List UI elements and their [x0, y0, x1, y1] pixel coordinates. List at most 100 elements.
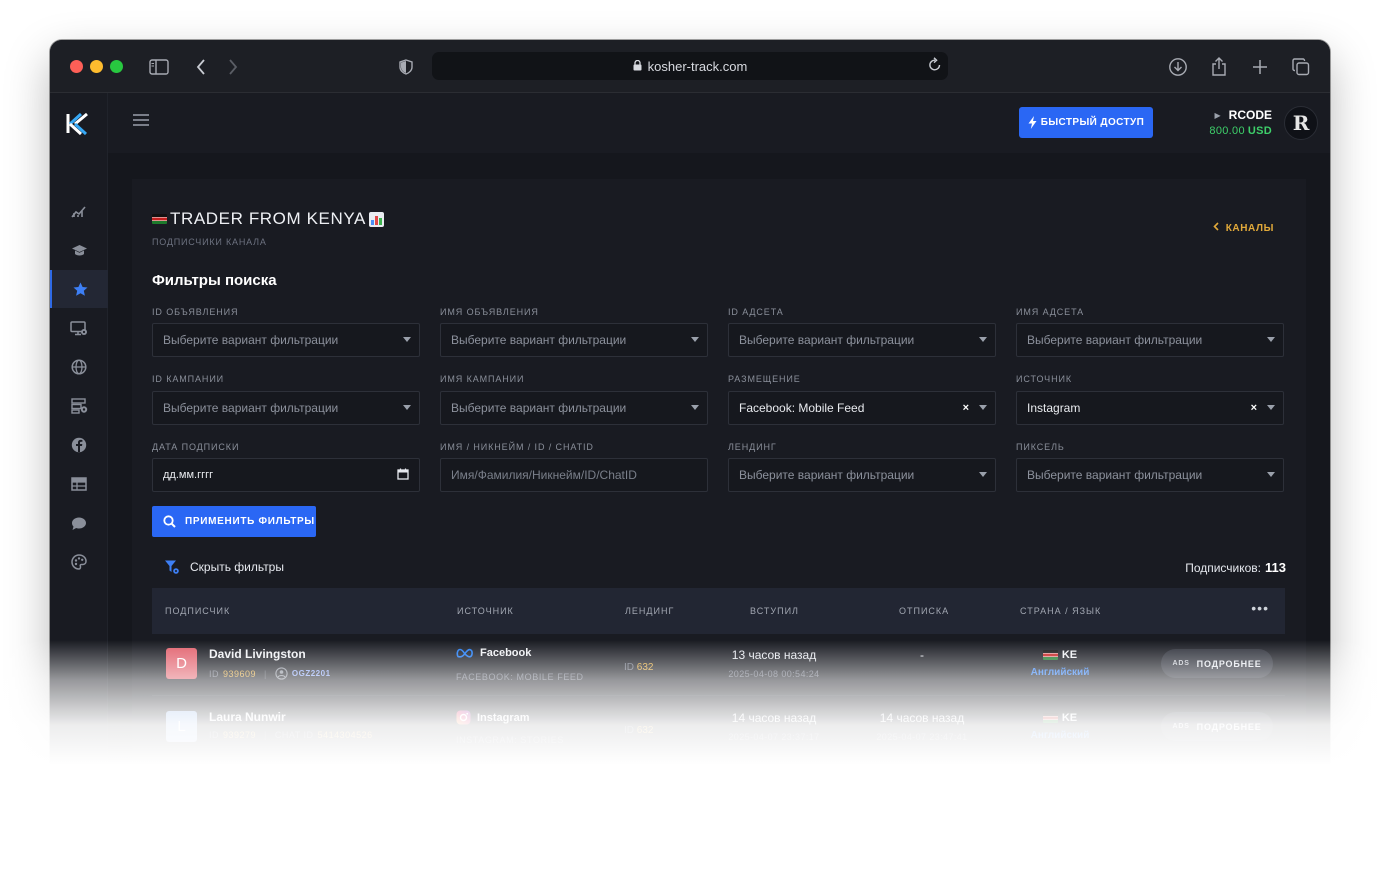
column-header-source[interactable]: ИСТОЧНИК [457, 606, 514, 616]
filter-label-source: ИСТОЧНИК [1016, 374, 1072, 384]
details-button[interactable]: ADS ПОДРОБНЕЕ [1161, 712, 1273, 741]
subscribers-count-value: 113 [1265, 560, 1286, 575]
hide-filters-toggle[interactable]: Скрыть фильтры [164, 559, 284, 575]
landing-id-label: ID [624, 662, 634, 673]
filter-label-pixel: ПИКСЕЛЬ [1016, 442, 1065, 452]
maximize-window-button[interactable] [110, 60, 123, 73]
lightning-icon [1028, 116, 1037, 129]
filter-adset-name-select[interactable]: Выберите вариант фильтрации [1016, 323, 1284, 357]
filter-campaign-id-value: Выберите вариант фильтрации [163, 401, 339, 415]
user-menu-toggle[interactable]: ▶ RCODE [1215, 108, 1273, 122]
subscriber-id: 939609 [223, 668, 257, 679]
tabs-overview-icon[interactable] [1288, 54, 1314, 80]
filter-adset-id-select[interactable]: Выберите вариант фильтрации [728, 323, 996, 357]
clear-selection-icon[interactable]: × [963, 402, 969, 414]
palette-icon[interactable] [50, 543, 108, 581]
minimize-window-button[interactable] [90, 60, 103, 73]
back-to-channels-link[interactable]: КАНАЛЫ [1213, 222, 1274, 234]
details-label: ПОДРОБНЕЕ [1196, 721, 1262, 732]
user-balance: 800.00 USD [1209, 125, 1272, 137]
balance-amount: 800.00 [1209, 125, 1245, 137]
subscriber-id-label: ID [209, 730, 219, 740]
landing-id-value: 632 [636, 662, 654, 673]
chat-id: 5414304526 [317, 730, 373, 740]
filter-pixel-select[interactable]: Выберите вариант фильтрации [1016, 458, 1284, 492]
filter-source-select[interactable]: Instagram × [1016, 391, 1284, 425]
filter-label-placement: РАЗМЕЩЕНИЕ [728, 374, 801, 384]
address-bar[interactable]: kosher-track.com [432, 52, 948, 80]
apply-filters-button[interactable]: ПРИМЕНИТЬ ФИЛЬТРЫ [152, 506, 316, 537]
filter-name-search-input[interactable]: Имя/Фамилия/Никнейм/ID/ChatID [440, 458, 708, 492]
back-arrow-icon[interactable] [188, 54, 214, 80]
new-tab-icon[interactable] [1247, 54, 1273, 80]
filter-label-adset-id: ID АДСЕТА [728, 307, 784, 317]
bar-chart-icon [368, 211, 384, 227]
column-header-joined[interactable]: ВСТУПИЛ [750, 606, 799, 616]
kenya-flag-icon [152, 214, 167, 224]
hide-filters-label: Скрыть фильтры [190, 560, 284, 574]
url-text: kosher-track.com [647, 58, 748, 74]
share-icon[interactable] [1206, 54, 1232, 80]
back-link-label: КАНАЛЫ [1225, 222, 1274, 234]
avatar-letter: D [176, 655, 187, 672]
browser-toolbar: kosher-track.com [50, 40, 1330, 93]
monitor-settings-icon[interactable] [50, 309, 108, 347]
subscriber-name: David Livingston [209, 647, 306, 661]
filter-placement-value: Facebook: Mobile Feed [739, 401, 865, 415]
dropdown-arrow-icon [691, 405, 699, 410]
filter-label-name-search: ИМЯ / НИКНЕЙМ / ID / CHATID [440, 442, 594, 452]
filter-ad-id-select[interactable]: Выберите вариант фильтрации [152, 323, 420, 357]
clear-selection-icon[interactable]: × [1251, 402, 1257, 414]
dropdown-arrow-icon [1267, 472, 1275, 477]
column-header-country-language[interactable]: СТРАНА / ЯЗЫК [1020, 606, 1101, 616]
analytics-icon[interactable] [50, 192, 108, 230]
user-name: RCODE [1228, 108, 1272, 122]
filter-label-adset-name: ИМЯ АДСЕТА [1016, 307, 1085, 317]
globe-icon[interactable] [50, 348, 108, 386]
sidebar-toggle-icon[interactable] [146, 54, 172, 80]
table-header: ПОДПИСЧИК ИСТОЧНИК ЛЕНДИНГ ВСТУПИЛ ОТПИС… [152, 588, 1285, 634]
facebook-icon[interactable] [50, 426, 108, 464]
source-name: Instagram [456, 710, 530, 725]
calendar-table-icon[interactable] [50, 465, 108, 503]
filter-campaign-name-value: Выберите вариант фильтрации [451, 401, 627, 415]
server-settings-icon[interactable] [50, 387, 108, 425]
filter-source-value: Instagram [1027, 401, 1081, 415]
dropdown-arrow-icon [979, 405, 987, 410]
shield-icon[interactable] [393, 54, 419, 80]
details-button[interactable]: ADS ПОДРОБНЕЕ [1161, 649, 1273, 678]
dropdown-arrow-icon [979, 337, 987, 342]
landing-id: ID 632 [624, 725, 653, 736]
chat-icon[interactable] [50, 504, 108, 542]
filter-label-campaign-name: ИМЯ КАМПАНИИ [440, 374, 525, 384]
landing-id-value: 632 [636, 725, 654, 736]
filter-campaign-name-select[interactable]: Выберите вариант фильтрации [440, 391, 708, 425]
filter-ad-name-select[interactable]: Выберите вариант фильтрации [440, 323, 708, 357]
kenya-flag-icon [1042, 650, 1058, 660]
joined-relative: 13 часов назад [731, 648, 817, 662]
graduation-cap-icon[interactable] [50, 231, 108, 269]
user-avatar[interactable]: R [1284, 106, 1318, 140]
subscriber-id-label: ID [209, 668, 219, 679]
calendar-icon[interactable] [397, 468, 409, 483]
reload-icon[interactable] [928, 56, 942, 75]
close-window-button[interactable] [70, 60, 83, 73]
campaign-code[interactable]: OGZ2201 [292, 669, 331, 678]
country-label: KE [1061, 712, 1078, 724]
filter-campaign-id-select[interactable]: Выберите вариант фильтрации [152, 391, 420, 425]
forward-arrow-icon[interactable] [220, 54, 246, 80]
app-logo[interactable] [66, 111, 92, 137]
subscriber-name: Laura Nunwir [209, 710, 286, 724]
star-icon[interactable] [50, 270, 108, 308]
column-header-landing[interactable]: ЛЕНДИНГ [625, 606, 674, 616]
more-options-icon[interactable]: ••• [1251, 600, 1269, 616]
filter-placement-select[interactable]: Facebook: Mobile Feed × [728, 391, 996, 425]
filter-landing-select[interactable]: Выберите вариант фильтрации [728, 458, 996, 492]
quick-access-button[interactable]: БЫСТРЫЙ ДОСТУП [1019, 107, 1153, 138]
column-header-subscriber[interactable]: ПОДПИСЧИК [165, 606, 230, 616]
download-icon[interactable] [1165, 54, 1191, 80]
filter-ad-name-value: Выберите вариант фильтрации [451, 333, 627, 347]
menu-hamburger-icon[interactable] [132, 113, 150, 132]
filter-subscription-date-input[interactable]: дд.мм.гггг [152, 458, 420, 492]
column-header-unsubscribed[interactable]: ОТПИСКА [899, 606, 949, 616]
